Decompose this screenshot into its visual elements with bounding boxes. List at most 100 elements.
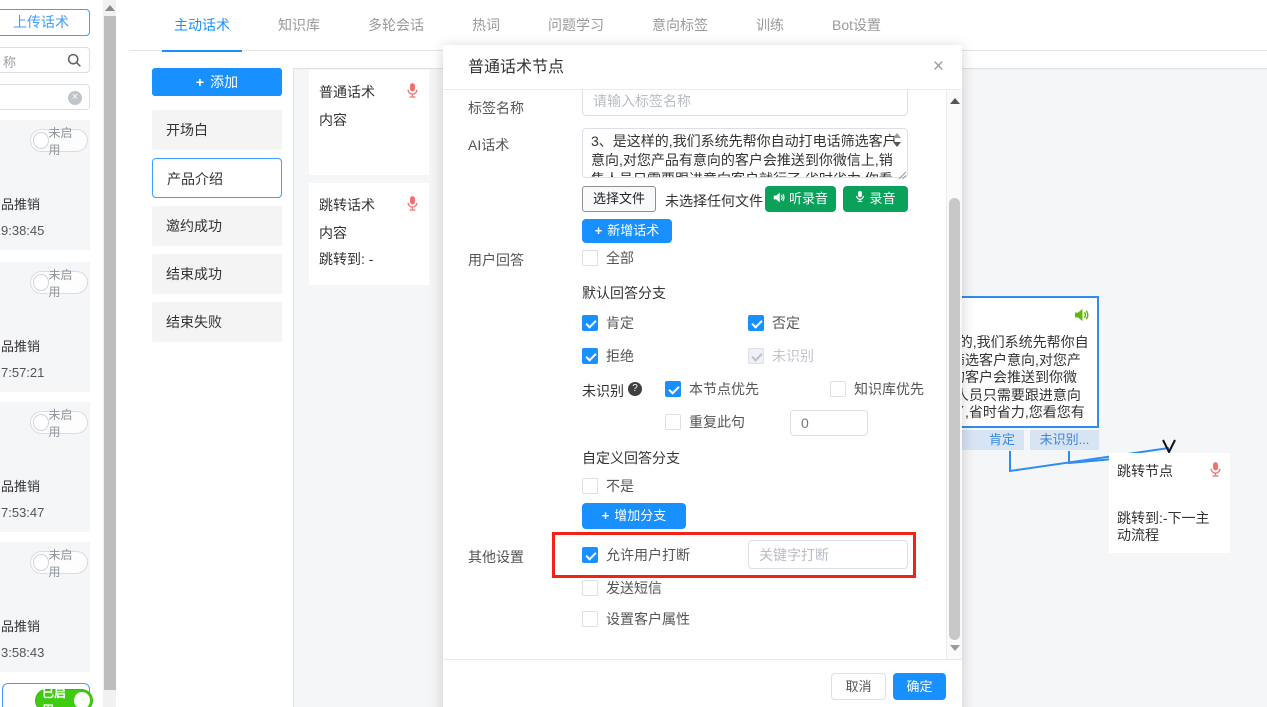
- ai-script-textarea[interactable]: 3、是这样的,我们系统先帮你自动打电话筛选客户意向,对您产品有意向的客户会推送到…: [582, 128, 908, 178]
- dialog-header: 普通话术节点 ×: [443, 45, 962, 90]
- branch-chip-unrecognized[interactable]: 未识别...: [1030, 430, 1099, 450]
- unrecognized-label: 未识别: [582, 381, 624, 401]
- active-script-card[interactable]: 已启用: [2, 683, 90, 707]
- toggle-knob: [74, 692, 90, 707]
- ai-script-label: AI话术: [468, 135, 509, 155]
- panel-scrollbar[interactable]: [103, 0, 116, 707]
- checkbox-allow-interrupt[interactable]: [582, 547, 598, 563]
- tag-name-input[interactable]: [582, 90, 908, 116]
- stage-item-end-success[interactable]: 结束成功: [152, 254, 282, 294]
- interrupt-keyword-input[interactable]: [748, 540, 908, 569]
- stage-item-invite-success[interactable]: 邀约成功: [152, 206, 282, 246]
- tab-intent-tags[interactable]: 意向标签: [640, 0, 720, 51]
- checkbox-affirm[interactable]: [582, 315, 598, 331]
- enable-toggle[interactable]: 未启用: [30, 129, 88, 152]
- tab-question-learning[interactable]: 问题学习: [536, 0, 616, 51]
- tag-name-label: 标签名称: [468, 98, 524, 118]
- script-time: 7:53:47: [1, 505, 44, 520]
- checkbox-send-sms[interactable]: [582, 580, 598, 596]
- scrollbar-thumb[interactable]: [104, 16, 116, 690]
- other-settings-label: 其他设置: [468, 547, 524, 567]
- checkbox-all[interactable]: [582, 250, 598, 266]
- enabled-toggle[interactable]: 已启用: [35, 689, 93, 707]
- script-name: 品推销: [1, 194, 40, 213]
- toggle-knob: [33, 132, 49, 149]
- stage-item-end-fail[interactable]: 结束失败: [152, 302, 282, 342]
- script-time: 7:57:21: [1, 365, 44, 380]
- mic-icon: [855, 186, 865, 212]
- add-stage-button[interactable]: +添加: [152, 68, 282, 96]
- scroll-up-icon[interactable]: [105, 5, 115, 11]
- add-branch-button[interactable]: +增加分支: [582, 503, 686, 529]
- spinner-icon[interactable]: [891, 131, 903, 153]
- dialog-body: 标签名称 AI话术 3、是这样的,我们系统先帮你自动打电话筛选客户意向,对您产品…: [443, 90, 946, 659]
- plus-icon: +: [595, 223, 603, 238]
- ok-button[interactable]: 确定: [893, 673, 946, 700]
- custom-branch-title: 自定义回答分支: [582, 448, 680, 468]
- search-input-text: 称: [3, 52, 16, 71]
- user-answer-label: 用户回答: [468, 250, 524, 270]
- tab-training[interactable]: 训练: [744, 0, 796, 51]
- upload-script-button[interactable]: 上传话术: [0, 9, 90, 36]
- stage-item-product-intro[interactable]: 产品介绍: [152, 158, 282, 198]
- jump-target-text: 跳转到:-下一主动流程: [1117, 510, 1222, 544]
- script-list-panel: 上传话术 称 × 未启用 品推销 9:38:45 未启用 品推销 7:57:21…: [0, 0, 103, 707]
- resize-handle-icon[interactable]: [898, 167, 907, 183]
- search-icon: [67, 53, 82, 71]
- enable-toggle[interactable]: 未启用: [30, 551, 88, 574]
- stage-item-opening[interactable]: 开场白: [152, 110, 282, 150]
- dialog-scrollbar[interactable]: [946, 90, 962, 659]
- script-card[interactable]: 未启用 品推销 9:38:45: [0, 120, 90, 250]
- help-icon[interactable]: ?: [628, 382, 642, 396]
- script-card[interactable]: 未启用 品推销 7:57:21: [0, 262, 90, 392]
- scroll-down-icon[interactable]: [950, 645, 960, 651]
- dialog-footer: 取消 确定: [443, 659, 962, 707]
- top-tab-bar: 主动话术 知识库 多轮会话 热词 问题学习 意向标签 训练 Bot设置: [129, 0, 1267, 51]
- checkbox-no[interactable]: [582, 478, 598, 494]
- tab-knowledge-base[interactable]: 知识库: [266, 0, 332, 51]
- tab-bot-settings[interactable]: Bot设置: [820, 0, 893, 51]
- enable-toggle[interactable]: 未启用: [30, 411, 88, 434]
- toggle-knob: [33, 274, 49, 291]
- node-title: 跳转节点: [1117, 461, 1173, 481]
- enable-toggle[interactable]: 未启用: [30, 271, 88, 294]
- plus-icon: +: [602, 508, 610, 523]
- script-search-input[interactable]: 称: [0, 47, 90, 73]
- clear-icon[interactable]: ×: [68, 91, 82, 105]
- repeat-count-input[interactable]: [790, 410, 868, 436]
- add-script-button[interactable]: +新增话术: [582, 219, 672, 243]
- tab-main-script[interactable]: 主动话术: [162, 0, 242, 51]
- speaker-icon[interactable]: [1074, 308, 1089, 325]
- dialog-title: 普通话术节点: [468, 59, 564, 76]
- tab-multi-turn[interactable]: 多轮会话: [356, 0, 436, 51]
- script-card[interactable]: 未启用 品推销 3:58:43: [0, 542, 90, 672]
- normal-script-node-dialog: 普通话术节点 × 标签名称 AI话术 3、是这样的,我们系统先帮你自动打电话筛选…: [443, 45, 962, 707]
- no-file-text: 未选择任何文件: [665, 191, 763, 211]
- record-button[interactable]: 录音: [843, 186, 908, 212]
- script-time: 3:58:43: [1, 645, 44, 660]
- checkbox-deny[interactable]: [748, 315, 764, 331]
- cancel-button[interactable]: 取消: [831, 673, 886, 700]
- script-name: 品推销: [1, 616, 40, 635]
- stage-sidebar: +添加 开场白 产品介绍 邀约成功 结束成功 结束失败: [152, 68, 282, 350]
- close-icon[interactable]: ×: [933, 56, 944, 78]
- script-name: 品推销: [1, 336, 40, 355]
- checkbox-set-customer-attr[interactable]: [582, 611, 598, 627]
- tab-hot-words[interactable]: 热词: [460, 0, 512, 51]
- choose-file-button[interactable]: 选择文件: [582, 186, 656, 212]
- script-filter-input[interactable]: ×: [0, 84, 90, 110]
- jump-target-node[interactable]: 跳转节点 跳转到:-下一主动流程: [1109, 453, 1230, 553]
- script-time: 9:38:45: [1, 223, 44, 238]
- plus-icon: +: [196, 74, 204, 90]
- listen-recording-button[interactable]: 听录音: [765, 186, 836, 212]
- arrowhead-icon: [1163, 440, 1175, 452]
- checkbox-node-first[interactable]: [665, 381, 681, 397]
- checkbox-refuse[interactable]: [582, 348, 598, 364]
- toggle-knob: [33, 414, 49, 431]
- script-card[interactable]: 未启用 品推销 7:53:47: [0, 402, 90, 532]
- scroll-up-icon[interactable]: [950, 98, 960, 104]
- checkbox-repeat[interactable]: [665, 414, 681, 430]
- scrollbar-thumb[interactable]: [949, 198, 960, 640]
- checkbox-kb-first[interactable]: [830, 381, 846, 397]
- mic-icon[interactable]: [1209, 461, 1222, 481]
